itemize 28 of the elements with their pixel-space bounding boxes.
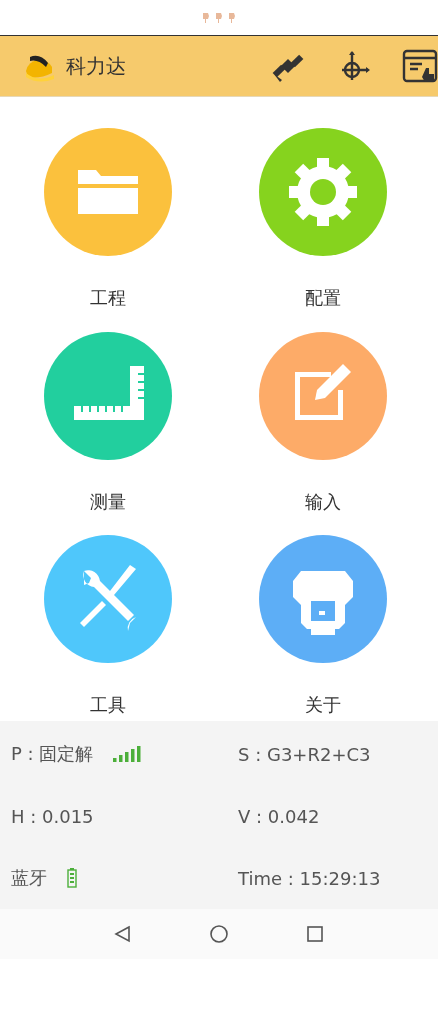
status-text: H : 0.015 bbox=[11, 805, 94, 827]
tile-label: 工程 bbox=[89, 286, 126, 310]
status-text: S : G3+R2+C3 bbox=[238, 743, 371, 765]
tools-tile-icon[interactable] bbox=[43, 535, 172, 664]
status-text: P : 固定解 bbox=[11, 742, 94, 766]
recents-icon[interactable] bbox=[305, 924, 325, 944]
window-cursor-icon[interactable] bbox=[402, 48, 438, 84]
tile-label: 工具 bbox=[89, 693, 126, 718]
gear-tile-icon[interactable] bbox=[258, 128, 387, 256]
battery-icon bbox=[67, 868, 77, 888]
tile-label: 测量 bbox=[89, 489, 126, 514]
app-title: 科力达 bbox=[66, 52, 126, 80]
edit-tile-icon[interactable] bbox=[258, 331, 387, 460]
receiver-tile-icon[interactable] bbox=[258, 535, 387, 664]
tile-label: 输入 bbox=[304, 489, 341, 514]
hand-icon bbox=[215, 11, 223, 24]
status-text: 蓝牙 bbox=[11, 866, 47, 890]
back-icon[interactable] bbox=[113, 924, 133, 944]
tile-label: 关于 bbox=[304, 693, 341, 718]
signal-icon bbox=[113, 746, 142, 762]
tile-label: 配置 bbox=[304, 286, 341, 310]
status-text: V : 0.042 bbox=[238, 805, 320, 827]
folder-tile-icon[interactable] bbox=[43, 128, 172, 256]
status-text: Time : 15:29:13 bbox=[238, 867, 381, 889]
home-icon[interactable] bbox=[209, 924, 229, 944]
hand-icon bbox=[228, 11, 236, 24]
hand-icon bbox=[202, 11, 210, 24]
ruler-tile-icon[interactable] bbox=[43, 331, 172, 460]
